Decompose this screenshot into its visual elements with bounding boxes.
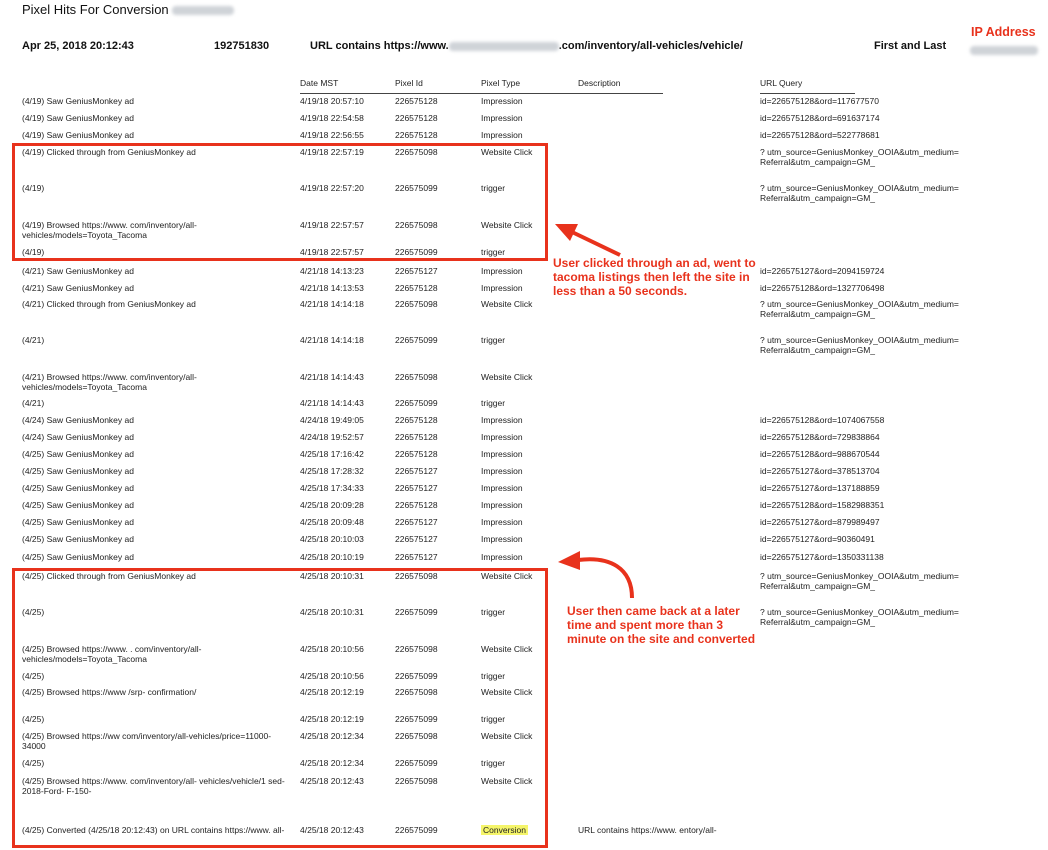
arrow-line-2 xyxy=(577,557,634,599)
annotation-note-2: User then came back at a later time and … xyxy=(567,604,756,646)
arrow-head-2 xyxy=(558,551,580,570)
annotation-note-1: User clicked through an ad, went to taco… xyxy=(553,256,756,298)
arrow-line-1 xyxy=(571,230,621,257)
annotation-arrows xyxy=(555,224,634,599)
